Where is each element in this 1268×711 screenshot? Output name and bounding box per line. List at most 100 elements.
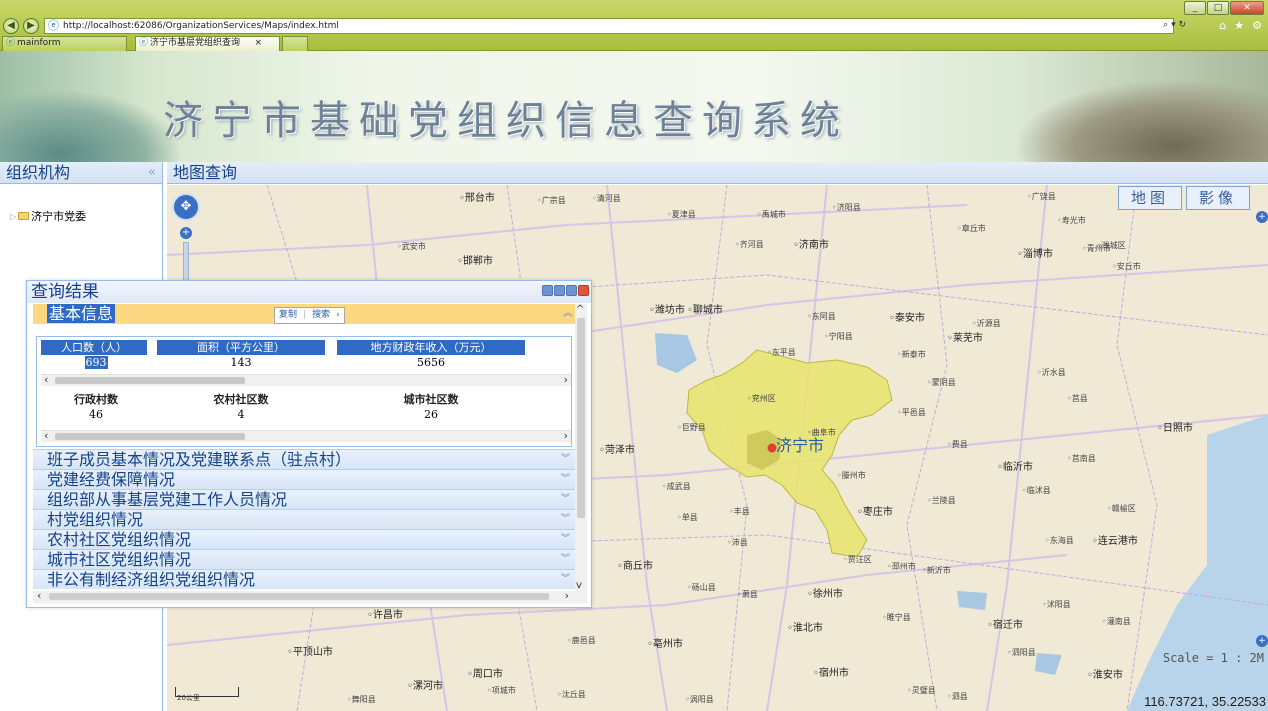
section-item-label: 村党组织情况 [47, 510, 144, 529]
section-item[interactable]: 党建经费保障情况 ︾ [33, 469, 576, 489]
expand-arrow-icon[interactable]: ︾ [561, 550, 570, 569]
map-type-satellite-button[interactable]: 影像 [1186, 186, 1250, 210]
minimize-button[interactable]: _ [1184, 1, 1206, 15]
expand-arrow-icon[interactable]: ︾ [561, 490, 570, 509]
city-label: ◦沈丘县 [557, 690, 586, 699]
search-refresh-icons[interactable]: ⌕ ▾ ↻ [1163, 20, 1186, 30]
scroll-right-icon[interactable]: › [564, 373, 568, 386]
building-decoration [1018, 81, 1268, 162]
table-header-cell: 行政村数 [74, 393, 118, 406]
scroll-thumb[interactable] [55, 377, 245, 384]
city-label: ◦潍城区 [1097, 241, 1126, 250]
map-panel-header: 地图查询 [167, 162, 1268, 184]
section-item[interactable]: 组织部从事基层党建工作人员情况 ︾ [33, 489, 576, 509]
table-cell: 143 [230, 356, 252, 369]
city-label: ◦萧县 [737, 590, 758, 599]
section-item[interactable]: 城市社区党组织情况 ︾ [33, 549, 576, 569]
city-label: ◦单县 [677, 513, 698, 522]
map-panel-title: 地图查询 [173, 163, 238, 182]
scroll-left-icon[interactable]: ‹ [44, 429, 48, 442]
scroll-right-icon[interactable]: › [565, 589, 569, 602]
section-item-label: 非公有制经济组织党组织情况 [47, 570, 256, 589]
tab-current[interactable]: ⓔ 济宁市基层党组织查询 × [135, 36, 280, 51]
home-icon[interactable]: ⌂ [1219, 19, 1226, 32]
table-cell: 4 [237, 408, 245, 421]
scroll-down-icon[interactable]: v [576, 580, 582, 591]
table-cell: 5656 [417, 356, 445, 369]
expand-arrow-icon[interactable]: ︾ [561, 470, 570, 489]
dialog-horizontal-scrollbar[interactable]: ‹ › [33, 589, 587, 603]
popup-arrow-icon[interactable]: › [336, 308, 340, 323]
city-label: ◦济南市 [793, 240, 829, 251]
collapse-tool-icon[interactable] [542, 285, 553, 296]
zoom-slider[interactable] [183, 242, 189, 282]
expand-arrow-icon[interactable]: ︾ [561, 570, 570, 589]
city-label: ◦邳州市 [887, 562, 916, 571]
scroll-right-icon[interactable]: › [564, 429, 568, 442]
new-tab-button[interactable] [282, 36, 308, 51]
city-label: ◦项城市 [487, 686, 516, 695]
table-header-cell: 面积（平方公里） [151, 340, 331, 355]
search-button[interactable]: 搜索 [312, 308, 330, 323]
section-item[interactable]: 农村社区党组织情况 ︾ [33, 529, 576, 549]
city-label: ◦新泰市 [897, 350, 926, 359]
tab-mainform[interactable]: ⓔ mainform [2, 36, 127, 51]
maximize-tool-icon[interactable] [566, 285, 577, 296]
tab-close-icon[interactable]: × [254, 37, 262, 50]
dialog-vertical-scrollbar[interactable]: ^ v [575, 304, 587, 591]
ie-icon: ⓔ [48, 19, 59, 32]
expand-arrow-icon[interactable]: ︾ [561, 510, 570, 529]
tree-node[interactable]: ▷ 济宁市党委 [10, 208, 86, 224]
zoom-in-icon[interactable]: + [180, 227, 192, 239]
window-controls: _ □ ✕ [1184, 1, 1264, 15]
scroll-thumb[interactable] [577, 318, 585, 518]
copy-button[interactable]: 复制 [279, 308, 297, 323]
expand-arrow-icon[interactable]: ▷ [10, 212, 16, 221]
basic-info-title: 基本信息 [47, 304, 116, 323]
expand-arrow-icon[interactable]: ︾ [561, 530, 570, 549]
city-label: ◦清河县 [592, 194, 621, 203]
close-tool-icon[interactable] [578, 285, 589, 296]
dialog-body: 基本信息 ︽ 复制 | 搜索 › 人口数（人） 面积（平方公里） 地方财政年收入… [33, 304, 587, 603]
map-type-map-button[interactable]: 地图 [1118, 186, 1182, 210]
city-label: ◦兰陵县 [927, 496, 956, 505]
table-header-cell: 人口数（人） [41, 340, 151, 355]
city-label: ◦灵璧县 [907, 686, 936, 695]
map-plus-icon[interactable]: + [1256, 635, 1268, 647]
scroll-left-icon[interactable]: ‹ [37, 589, 41, 602]
map-plus-icon[interactable]: + [1256, 211, 1268, 223]
expand-arrow-icon[interactable]: ︾ [561, 450, 570, 469]
section-list: 班子成员基本情况及党建联系点（驻点村） ︾ 党建经费保障情况 ︾ 组织部从事基层党建工作… [33, 449, 576, 589]
selection-popup: 复制 | 搜索 › [274, 307, 345, 324]
city-label: ◦寿光市 [1057, 216, 1086, 225]
city-label: ◦丰县 [729, 507, 750, 516]
city-label: ◦日照市 [1157, 423, 1193, 434]
table-header-row: 行政村数 农村社区数 城市社区数 [41, 392, 531, 407]
section-item[interactable]: 村党组织情况 ︾ [33, 509, 576, 529]
forward-button[interactable]: ▶ [23, 18, 39, 34]
collapse-icon[interactable]: « [148, 162, 156, 184]
close-window-button[interactable]: ✕ [1230, 1, 1264, 15]
city-label: ◦徐州市 [807, 589, 843, 600]
minimize-tool-icon[interactable] [554, 285, 565, 296]
scroll-left-icon[interactable]: ‹ [44, 373, 48, 386]
scroll-thumb[interactable] [49, 593, 549, 600]
favorites-icon[interactable]: ★ [1234, 19, 1244, 32]
scroll-thumb[interactable] [55, 433, 245, 440]
settings-icon[interactable]: ⚙ [1252, 19, 1262, 32]
city-label: ◦平顶山市 [287, 647, 333, 658]
pan-control-icon[interactable]: ✥ [172, 193, 200, 221]
table-1-scrollbar[interactable]: ‹ › [41, 373, 571, 386]
collapse-arrow-icon[interactable]: ︽ [563, 304, 573, 324]
table-2-scrollbar[interactable]: ‹ › [41, 429, 571, 442]
city-label: ◦贾汪区 [843, 555, 872, 564]
maximize-button[interactable]: □ [1207, 1, 1229, 15]
scroll-up-icon[interactable]: ^ [576, 304, 584, 315]
back-button[interactable]: ◀ [3, 18, 19, 34]
section-item[interactable]: 班子成员基本情况及党建联系点（驻点村） ︾ [33, 449, 576, 469]
section-item[interactable]: 非公有制经济组织党组织情况 ︾ [33, 569, 576, 589]
address-bar[interactable]: ⓔ http://localhost:62086/OrganizationSer… [44, 18, 1174, 34]
dialog-header[interactable]: 查询结果 [27, 281, 591, 303]
sidebar-title: 组织机构 [6, 163, 71, 182]
city-label: ◦商丘市 [617, 561, 653, 572]
